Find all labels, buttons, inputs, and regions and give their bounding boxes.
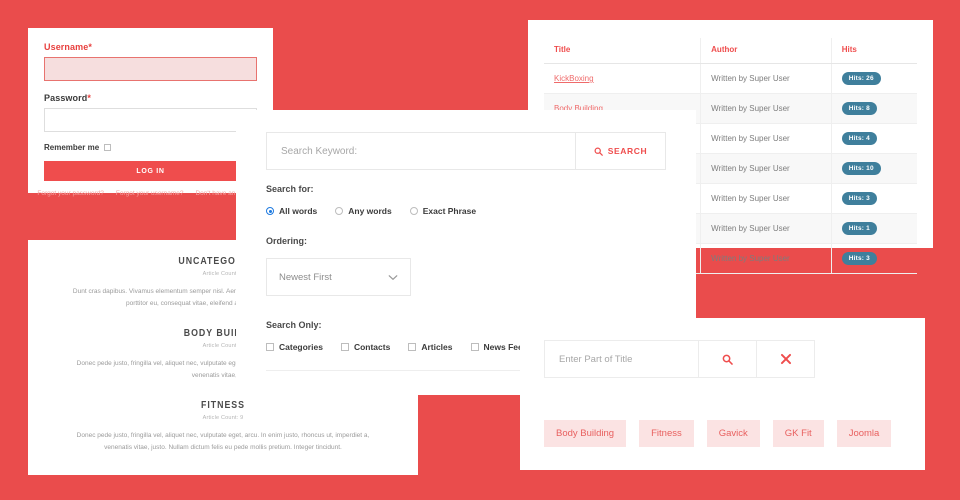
tag-item[interactable]: GK Fit [772,420,824,447]
username-label: Username* [44,42,257,52]
radio-indicator [335,207,344,215]
close-icon [780,353,792,365]
checkbox-label: Contacts [353,342,391,352]
hits-badge: Hits: 1 [841,222,877,235]
chevron-down-icon [388,274,398,281]
category-title[interactable]: FITNESS [71,400,375,411]
hits-badge: Hits: 26 [841,72,881,85]
category-block: FITNESS Article Count: 9 Donec pede just… [50,400,396,454]
hits-badge: Hits: 4 [841,132,877,145]
login-helper-links: Forgot your password? Forgot your userna… [37,190,263,197]
radio-any-words[interactable]: Any words [335,206,392,216]
checkbox-indicator [470,343,479,351]
checkbox-contacts[interactable]: Contacts [340,342,391,352]
checkbox-articles[interactable]: Articles [408,342,453,352]
search-keyword-input[interactable]: Search Keyword: [266,132,576,170]
radio-label: Any words [348,206,392,216]
hits-badge: Hits: 3 [841,192,877,205]
radio-label: All words [279,206,318,216]
checkbox-indicator [408,343,417,351]
remember-me-label: Remember me [44,143,100,152]
article-author: Written by Super User [700,183,832,214]
category-description: Donec pede justo, fringilla vel, aliquet… [76,432,370,452]
username-input[interactable] [44,57,257,81]
remember-me-row[interactable]: Remember me [44,143,257,152]
required-asterisk: * [88,42,92,52]
search-submit-button[interactable]: SEARCH [576,132,666,170]
search-icon [594,147,603,156]
tag-item[interactable]: Gavick [706,420,760,447]
article-author: Written by Super User [700,243,832,274]
login-submit-button[interactable]: LOG IN [44,161,257,181]
password-label: Password* [44,93,257,103]
tag-list: Body Building Fitness Gavick GK Fit Joom… [544,420,901,447]
radio-all-words[interactable]: All words [266,206,317,216]
checkbox-categories[interactable]: Categories [266,342,323,352]
remember-me-checkbox[interactable] [104,144,112,151]
search-for-label: Search for: [266,184,314,194]
table-header-row: Title Author Hits [544,38,917,64]
radio-label: Exact Phrase [422,206,477,216]
search-bar: Search Keyword: SEARCH [266,132,666,170]
search-keyword-placeholder: Search Keyword: [281,145,358,157]
hits-badge: Hits: 10 [841,162,881,175]
article-author: Written by Super User [700,123,832,154]
checkbox-label: Categories [279,342,323,352]
article-author: Written by Super User [700,63,832,94]
radio-exact-phrase[interactable]: Exact Phrase [409,206,477,216]
radio-indicator [266,207,274,215]
ordering-select[interactable]: Newest First [266,258,411,296]
tag-search-bar: Enter Part of Title [544,340,901,378]
hits-badge: Hits: 3 [841,252,877,265]
column-header-author[interactable]: Author [700,38,832,64]
table-row: KickBoxing Written by Super User Hits: 2… [544,63,917,94]
article-author: Written by Super User [700,213,832,244]
article-author: Written by Super User [700,153,832,184]
forgot-password-link[interactable]: Forgot your password? [37,190,103,197]
radio-indicator [409,207,418,215]
search-icon [722,354,733,365]
password-label-text: Password [44,93,88,103]
login-submit-label: LOG IN [136,167,165,175]
ordering-selected-value: Newest First [279,271,332,283]
tag-item[interactable]: Fitness [639,420,694,447]
column-header-title[interactable]: Title [544,38,702,64]
tag-search-button[interactable] [699,340,757,378]
article-title-link[interactable]: KickBoxing [554,74,594,83]
required-asterisk-2: * [87,93,91,103]
title-filter-input[interactable]: Enter Part of Title [544,340,699,378]
category-article-count: Article Count: 9 [202,415,244,422]
ordering-label: Ordering: [266,236,308,246]
tag-clear-button[interactable] [757,340,815,378]
tag-item[interactable]: Body Building [544,420,627,447]
hits-badge: Hits: 8 [841,102,877,115]
checkbox-indicator [340,343,349,351]
password-input[interactable] [44,108,257,132]
tag-item[interactable]: Joomla [836,420,892,447]
search-for-options: All words Any words Exact Phrase [266,206,666,216]
tag-filter-panel: Enter Part of Title Body Building Fitnes… [520,318,925,470]
search-button-label: SEARCH [607,146,648,156]
username-label-text: Username [44,42,89,52]
checkbox-label: Articles [421,342,453,352]
title-filter-placeholder: Enter Part of Title [559,353,633,365]
column-header-hits[interactable]: Hits [831,38,917,64]
article-author: Written by Super User [700,93,832,124]
checkbox-indicator [266,343,274,351]
forgot-username-link[interactable]: Forgot your username? [116,190,184,197]
